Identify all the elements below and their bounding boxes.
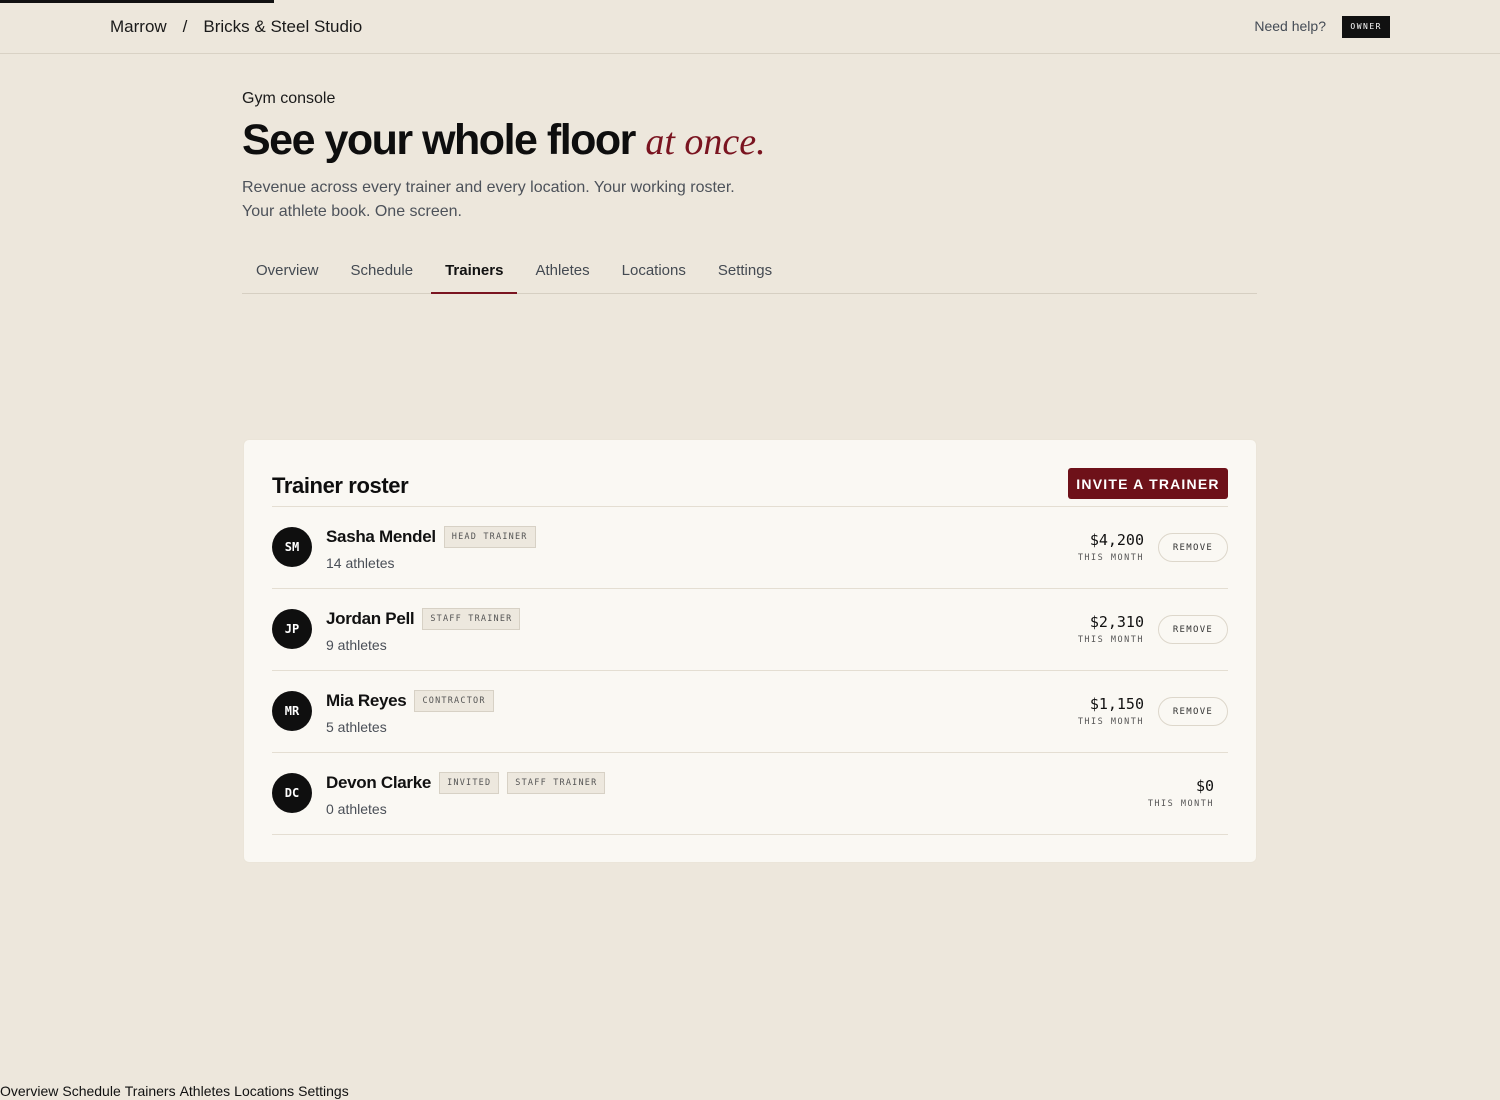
- role-tag: STAFF TRAINER: [422, 608, 521, 630]
- trainer-row: SM Sasha Mendel HEAD TRAINER 14 athletes $4,…: [272, 507, 1228, 589]
- tab-schedule[interactable]: Schedule: [337, 256, 428, 293]
- footer-link-trainers[interactable]: Trainers: [125, 1083, 176, 1099]
- breadcrumb-studio[interactable]: Bricks & Steel Studio: [203, 17, 362, 37]
- monthly-revenue: $2,310: [1089, 613, 1144, 631]
- revenue-period-label: THIS MONTH: [1077, 635, 1144, 645]
- trainer-row: DC Devon Clarke INVITED STAFF TRAINER 0 athl…: [272, 753, 1228, 835]
- section-tabs: Overview Schedule Trainers Athletes Location…: [242, 256, 1257, 294]
- tab-overview[interactable]: Overview: [242, 256, 333, 293]
- tab-locations[interactable]: Locations: [608, 256, 700, 293]
- athlete-count: 14 athletes: [326, 555, 395, 571]
- trainer-name-line: Jordan Pell STAFF TRAINER: [326, 608, 521, 630]
- avatar: DC: [272, 773, 312, 813]
- avatar: JP: [272, 609, 312, 649]
- remove-trainer-button[interactable]: REMOVE: [1158, 533, 1228, 562]
- avatar: MR: [272, 691, 312, 731]
- monthly-revenue: $0: [1195, 777, 1214, 795]
- avatar: SM: [272, 527, 312, 567]
- trainer-row: MR Mia Reyes CONTRACTOR 5 athletes $1,150 THI…: [272, 671, 1228, 753]
- monthly-revenue: $1,150: [1089, 695, 1144, 713]
- footer-link-overview[interactable]: Overview: [0, 1083, 58, 1099]
- tab-trainers[interactable]: Trainers: [431, 256, 518, 294]
- role-tag: CONTRACTOR: [414, 690, 494, 712]
- remove-trainer-button[interactable]: REMOVE: [1158, 615, 1228, 644]
- trainer-name: Jordan Pell: [326, 609, 415, 628]
- revenue-block: $0 THIS MONTH: [1148, 777, 1214, 809]
- breadcrumb-separator: /: [182, 17, 188, 36]
- trainer-name-line: Mia Reyes CONTRACTOR: [326, 690, 494, 712]
- tab-athletes[interactable]: Athletes: [521, 256, 603, 293]
- athlete-count: 0 athletes: [326, 801, 387, 817]
- breadcrumb: Marrow / Bricks & Steel Studio: [110, 17, 362, 37]
- tab-settings[interactable]: Settings: [704, 256, 786, 293]
- page-title: See your whole floor at once.: [242, 116, 766, 165]
- revenue-block: $4,200 THIS MONTH: [1078, 531, 1144, 563]
- trainer-name-line: Sasha Mendel HEAD TRAINER: [326, 526, 536, 548]
- remove-trainer-button[interactable]: REMOVE: [1158, 697, 1228, 726]
- footer-link-athletes[interactable]: Athletes: [180, 1083, 231, 1099]
- trainer-row: JP Jordan Pell STAFF TRAINER 9 athletes $2,3…: [272, 589, 1228, 671]
- trainer-list: SM Sasha Mendel HEAD TRAINER 14 athletes $4,…: [272, 507, 1228, 835]
- card-title: Trainer roster: [272, 473, 409, 498]
- help-link[interactable]: Need help?: [1254, 18, 1326, 34]
- revenue-period-label: THIS MONTH: [1077, 717, 1144, 727]
- revenue-block: $1,150 THIS MONTH: [1078, 695, 1144, 727]
- page-title-accent: at once.: [645, 121, 766, 163]
- role-tag: HEAD TRAINER: [443, 526, 536, 548]
- invite-trainer-button[interactable]: INVITE A TRAINER: [1068, 468, 1228, 499]
- trainer-name: Sasha Mendel: [326, 527, 436, 546]
- page-title-main: See your whole floor: [242, 116, 636, 164]
- breadcrumb-org[interactable]: Marrow: [110, 17, 167, 37]
- athlete-count: 9 athletes: [326, 637, 387, 653]
- page-description: Revenue across every trainer and every l…: [242, 179, 735, 220]
- footer-link-schedule[interactable]: Schedule: [62, 1083, 120, 1099]
- role-tag: INVITED: [439, 772, 500, 794]
- role-tag: STAFF TRAINER: [507, 772, 606, 794]
- revenue-period-label: THIS MONTH: [1077, 553, 1144, 563]
- athlete-count: 5 athletes: [326, 719, 387, 735]
- trainer-name-line: Devon Clarke INVITED STAFF TRAINER: [326, 772, 606, 794]
- trainer-name: Mia Reyes: [326, 691, 407, 710]
- revenue-period-label: THIS MONTH: [1147, 799, 1214, 809]
- revenue-block: $2,310 THIS MONTH: [1078, 613, 1144, 645]
- role-badge: OWNER: [1342, 16, 1390, 38]
- footer-nav: Overview Schedule Trainers Athletes Location…: [0, 1083, 353, 1099]
- trainer-name: Devon Clarke: [326, 773, 432, 792]
- footer-link-locations[interactable]: Locations: [234, 1083, 294, 1099]
- footer-link-settings[interactable]: Settings: [298, 1083, 349, 1099]
- page-eyebrow: Gym console: [242, 90, 336, 107]
- monthly-revenue: $4,200: [1089, 531, 1144, 549]
- trainer-roster-card: Trainer roster INVITE A TRAINER SM Sasha …: [243, 439, 1257, 863]
- top-bar: Marrow / Bricks & Steel Studio Need help…: [0, 0, 1500, 54]
